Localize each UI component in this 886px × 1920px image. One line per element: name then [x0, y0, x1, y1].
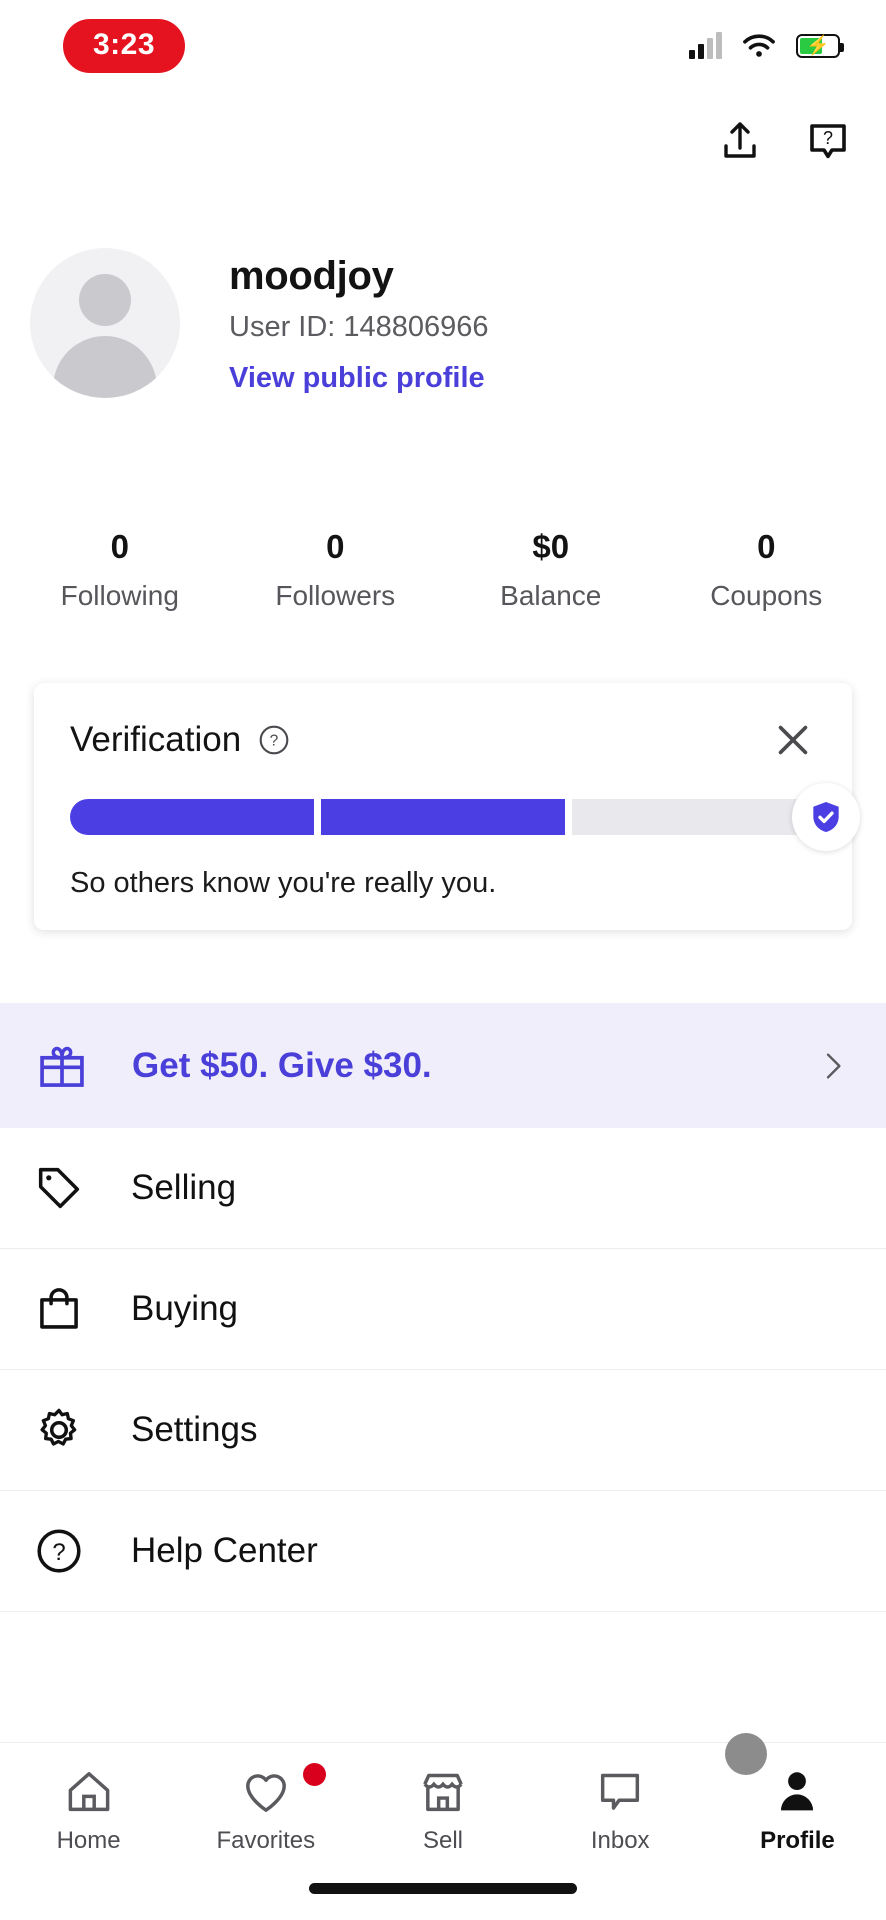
- stat-value: 0: [326, 528, 345, 565]
- battery-charging-icon: ⚡: [796, 34, 844, 58]
- profile-header: moodjoy User ID: 148806966 View public p…: [0, 248, 886, 398]
- stat-value: 0: [757, 528, 776, 565]
- gift-icon: [40, 1046, 84, 1087]
- progress-segment-1: [70, 799, 314, 835]
- menu-item-selling[interactable]: Selling: [0, 1128, 886, 1249]
- menu-item-buying[interactable]: Buying: [0, 1249, 886, 1370]
- verification-card: Verification ? So others know you're rea…: [34, 683, 860, 930]
- stat-following[interactable]: 0 Following: [12, 528, 228, 612]
- store-icon: [354, 1765, 531, 1819]
- referral-text: Get $50. Give $30.: [132, 1045, 432, 1085]
- stat-value: 0: [110, 528, 129, 565]
- profile-stats: 0 Following 0 Followers $0 Balance 0 Cou…: [0, 528, 886, 612]
- status-bar: 3:23 ⚡: [0, 0, 886, 92]
- progress-segment-2: [321, 799, 565, 835]
- bottom-tab-bar: Home Favorites Sell Inbox Profile: [0, 1733, 886, 1920]
- tab-label: Profile: [760, 1827, 835, 1854]
- tab-home[interactable]: Home: [0, 1765, 177, 1855]
- progress-segment-3: [572, 799, 816, 835]
- tab-inbox[interactable]: Inbox: [532, 1765, 709, 1855]
- user-id: User ID: 148806966: [229, 311, 489, 343]
- tab-profile[interactable]: Profile: [709, 1733, 886, 1855]
- page-title: moodjoy: [229, 254, 394, 298]
- heart-icon: [177, 1763, 354, 1819]
- wifi-icon: [743, 34, 775, 57]
- shield-check-icon: [792, 783, 860, 851]
- svg-text:?: ?: [52, 1539, 65, 1566]
- shopping-bag-icon: [40, 1288, 78, 1329]
- help-chat-icon[interactable]: ?: [804, 118, 852, 166]
- share-upload-icon[interactable]: [716, 118, 764, 166]
- chevron-right-icon: [826, 1052, 841, 1079]
- home-indicator: [309, 1883, 577, 1894]
- notification-badge: [303, 1763, 327, 1786]
- stat-value: $0: [532, 528, 570, 565]
- chat-icon: [532, 1765, 709, 1819]
- referral-banner[interactable]: Get $50. Give $30.: [0, 1003, 886, 1128]
- verification-header: Verification ?: [70, 717, 816, 763]
- stat-label: Coupons: [710, 580, 823, 611]
- verification-title-group: Verification ?: [70, 720, 291, 760]
- person-icon: [709, 1765, 886, 1819]
- menu-item-settings[interactable]: Settings: [0, 1370, 886, 1491]
- svg-text:?: ?: [823, 128, 833, 148]
- verification-title: Verification: [70, 720, 242, 759]
- header-actions: ?: [716, 118, 852, 166]
- verification-description: So others know you're really you.: [70, 867, 497, 899]
- status-icons: ⚡: [689, 31, 844, 61]
- menu-list: Selling Buying Settings ? Help Center: [0, 1128, 886, 1612]
- question-circle-icon[interactable]: ?: [257, 723, 291, 757]
- menu-item-label: Selling: [131, 1168, 237, 1207]
- question-circle-icon: ?: [37, 1529, 81, 1573]
- profile-screen: 3:23 ⚡ ? moodjoy User ID: 148806966 View…: [0, 0, 886, 1920]
- svg-text:?: ?: [270, 733, 279, 750]
- close-icon[interactable]: [770, 717, 816, 763]
- stat-coupons[interactable]: 0 Coupons: [659, 528, 875, 612]
- view-public-profile-link[interactable]: View public profile: [229, 362, 489, 395]
- tab-favorites[interactable]: Favorites: [177, 1763, 354, 1855]
- tab-sell[interactable]: Sell: [354, 1765, 531, 1855]
- menu-item-label: Help Center: [131, 1531, 318, 1570]
- stat-followers[interactable]: 0 Followers: [228, 528, 444, 612]
- verification-progress-bar: [70, 783, 860, 851]
- stat-label: Followers: [275, 580, 396, 611]
- tab-label: Home: [56, 1827, 121, 1854]
- price-tag-icon: [38, 1167, 80, 1209]
- tab-label: Favorites: [216, 1827, 316, 1854]
- default-avatar-icon[interactable]: [30, 248, 180, 398]
- stat-balance[interactable]: $0 Balance: [443, 528, 659, 612]
- home-icon: [0, 1765, 177, 1819]
- gear-icon: [40, 1408, 77, 1446]
- stat-label: Balance: [500, 580, 602, 611]
- stat-label: Following: [60, 580, 179, 611]
- menu-item-help-center[interactable]: ? Help Center: [0, 1491, 886, 1612]
- menu-item-label: Settings: [131, 1410, 258, 1449]
- status-time-recording-pill: 3:23: [63, 19, 186, 73]
- cellular-bars-icon: [689, 32, 722, 59]
- menu-item-label: Buying: [131, 1289, 239, 1328]
- tab-label: Sell: [422, 1827, 464, 1854]
- tab-label: Inbox: [590, 1827, 650, 1854]
- profile-info: moodjoy User ID: 148806966 View public p…: [229, 248, 489, 398]
